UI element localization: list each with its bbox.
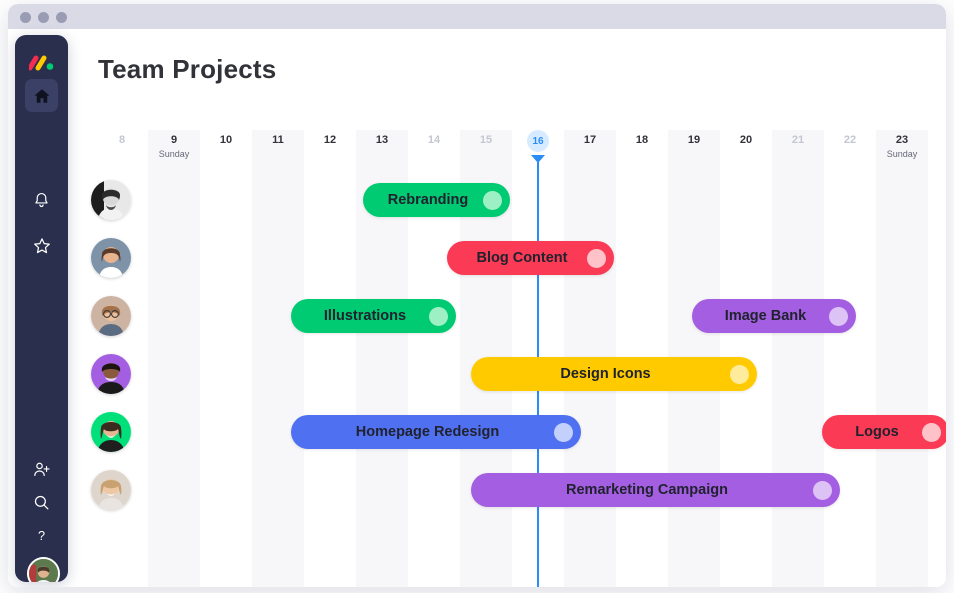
date-number: 13	[375, 134, 389, 146]
date-header-cell[interactable]: 23 Sunday	[876, 130, 928, 160]
date-header-cell[interactable]: 8	[96, 130, 148, 147]
task-bar-resize-handle[interactable]	[554, 422, 573, 442]
date-header-cell[interactable]: 19	[668, 130, 720, 147]
main-panel: Team Projects 8 9 Sunday 10 11 12 13 14 15 16 17 18…	[74, 29, 946, 587]
date-number: 19	[687, 134, 701, 146]
help-icon: ?	[38, 529, 45, 543]
date-header-cell[interactable]: 22	[824, 130, 876, 147]
date-number: 9	[170, 134, 178, 146]
timeline-grid: 8 9 Sunday 10 11 12 13 14 15 16 17 18 19 20 21 22 23 Sund…	[74, 130, 946, 587]
task-bar-label: Image Bank	[724, 308, 807, 324]
sidebar-profile-avatar[interactable]	[27, 557, 60, 582]
task-bar-label: Remarketing Campaign	[566, 482, 728, 498]
window-titlebar	[8, 4, 946, 29]
date-number: 11	[272, 134, 284, 146]
bell-icon	[35, 192, 48, 208]
window-content: ? Team Projects 8 9 Sunday 10 11 12 13 1…	[8, 29, 946, 587]
task-bar[interactable]: Remarketing Campaign	[471, 473, 840, 507]
date-header: 8 9 Sunday 10 11 12 13 14 15 16 17 18 19 20 21 22 23 Sund…	[74, 130, 946, 172]
date-header-cell[interactable]: 13	[356, 130, 408, 147]
page-title: Team Projects	[98, 54, 277, 84]
avatar-row-3[interactable]	[91, 296, 131, 336]
date-header-cell[interactable]: 17	[564, 130, 616, 147]
date-header-cell[interactable]: 10	[200, 130, 252, 147]
date-header-cell[interactable]: 21	[772, 130, 824, 147]
date-weekday: Sunday	[158, 149, 190, 159]
task-bar[interactable]: Image Bank	[692, 299, 856, 333]
date-number: 21	[791, 134, 805, 146]
date-number: 20	[739, 134, 753, 146]
avatar-row-1[interactable]	[91, 180, 131, 220]
svg-text:?: ?	[38, 529, 45, 543]
window-close-dot[interactable]	[20, 12, 31, 23]
date-header-cell[interactable]: 14	[408, 130, 460, 147]
date-number: 12	[323, 134, 337, 146]
sidebar: ?	[15, 35, 68, 582]
sidebar-item-help[interactable]: ?	[25, 519, 58, 552]
date-weekday: Sunday	[886, 149, 918, 159]
date-number: 24	[928, 133, 946, 147]
app-root: ? Team Projects 8 9 Sunday 10 11 12 13 1…	[0, 0, 954, 593]
date-header-cell[interactable]: 11	[252, 130, 304, 147]
avatar-row-2[interactable]	[91, 238, 131, 278]
add-person-icon	[34, 462, 50, 477]
column-stripe	[772, 130, 824, 587]
sidebar-item-search[interactable]	[25, 486, 58, 519]
task-bar-resize-handle[interactable]	[922, 422, 941, 442]
star-icon	[33, 237, 50, 253]
date-number: 17	[583, 134, 597, 146]
task-bar-label: Logos	[855, 424, 899, 440]
task-bar-resize-handle[interactable]	[813, 480, 832, 500]
task-bar-label: Homepage Redesign	[355, 424, 500, 440]
date-number: 14	[427, 134, 441, 146]
date-number: 10	[219, 134, 233, 146]
task-bar-resize-handle[interactable]	[429, 306, 448, 326]
avatar-row-4[interactable]	[91, 354, 131, 394]
date-header-cell[interactable]: 15	[460, 130, 512, 147]
sidebar-item-notifications[interactable]	[25, 184, 58, 217]
date-header-cell[interactable]: 18	[616, 130, 668, 147]
column-stripe	[876, 130, 928, 587]
task-bar-label: Blog Content	[476, 250, 568, 266]
task-bar[interactable]: Homepage Redesign	[291, 415, 581, 449]
avatar-row-6[interactable]	[91, 470, 131, 510]
date-header-cell[interactable]: 20	[720, 130, 772, 147]
window-maximize-dot[interactable]	[56, 12, 67, 23]
home-icon	[34, 88, 49, 103]
date-number: 8	[118, 134, 126, 146]
sidebar-item-invite[interactable]	[25, 453, 58, 486]
avatar-row-5[interactable]	[91, 412, 131, 452]
monday-logo-icon[interactable]	[27, 53, 55, 75]
column-stripe	[148, 130, 200, 587]
task-bar-label: Illustrations	[323, 308, 407, 324]
task-bar-label: Rebranding	[387, 192, 469, 208]
task-bar-label: Design Icons	[560, 366, 651, 382]
task-bar[interactable]: Logos	[822, 415, 946, 449]
task-bar-resize-handle[interactable]	[587, 248, 606, 268]
column-stripe	[252, 130, 304, 587]
date-number: 23	[895, 134, 909, 146]
today-date-badge: 16	[527, 130, 549, 152]
task-bar[interactable]: Illustrations	[291, 299, 456, 333]
task-bar-resize-handle[interactable]	[829, 306, 848, 326]
date-number: 22	[843, 134, 857, 146]
date-number: 18	[635, 134, 649, 146]
date-header-cell[interactable]: 9 Sunday	[148, 130, 200, 160]
date-header-cell[interactable]: 12	[304, 130, 356, 147]
task-bar[interactable]: Blog Content	[447, 241, 614, 275]
browser-window: ? Team Projects 8 9 Sunday 10 11 12 13 1…	[8, 4, 946, 587]
window-minimize-dot[interactable]	[38, 12, 49, 23]
task-bar[interactable]: Rebranding	[363, 183, 510, 217]
sidebar-item-home[interactable]	[25, 79, 58, 112]
sidebar-item-favorites[interactable]	[25, 229, 58, 262]
task-bar-resize-handle[interactable]	[483, 190, 502, 210]
task-bar[interactable]: Design Icons	[471, 357, 757, 391]
date-header-cell[interactable]: 24	[928, 130, 946, 147]
search-icon	[34, 495, 49, 510]
task-bar-resize-handle[interactable]	[730, 364, 749, 384]
date-number: 15	[479, 134, 493, 146]
